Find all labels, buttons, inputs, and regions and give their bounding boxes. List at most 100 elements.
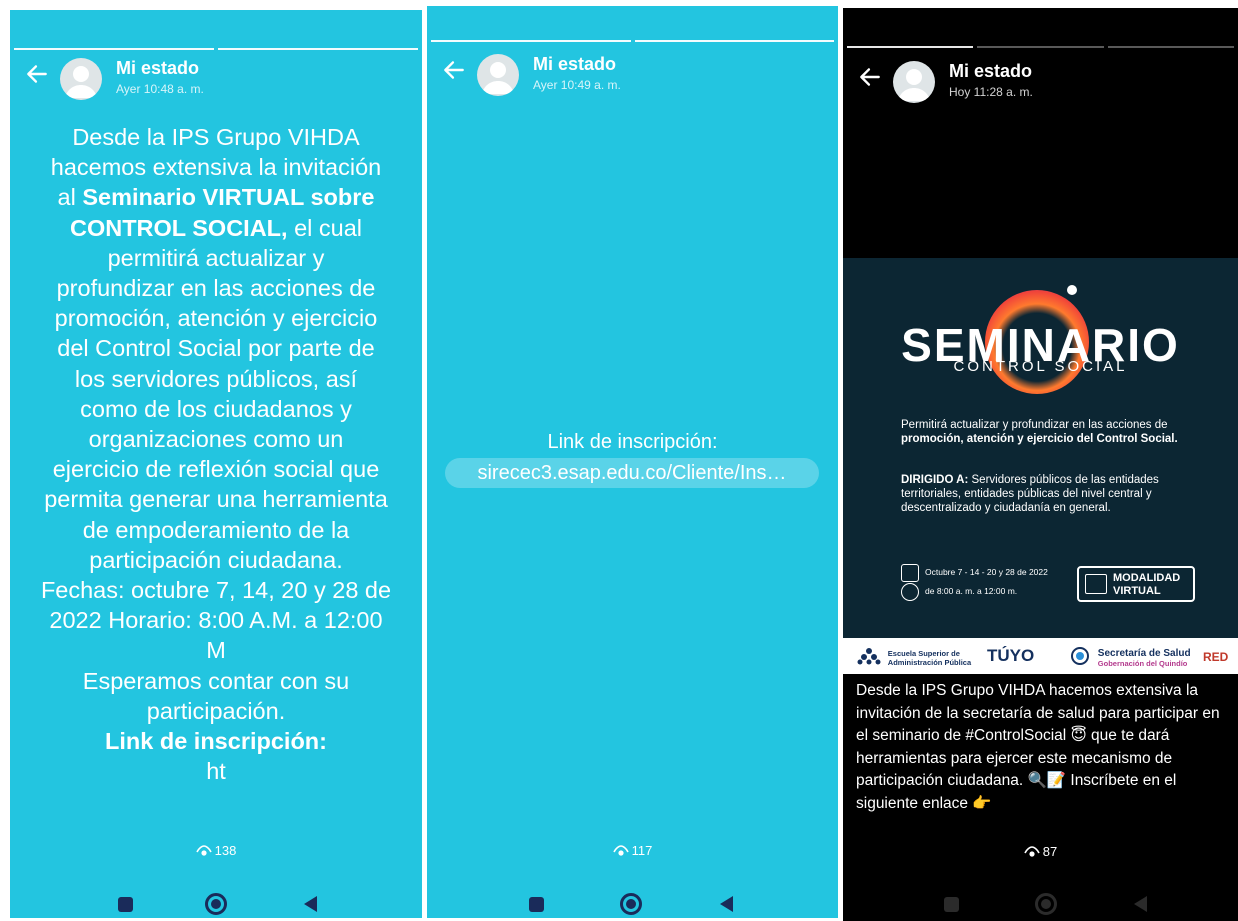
text-line: del Control Social por parte de — [57, 335, 375, 362]
progress-segment-1 — [847, 46, 974, 48]
text-fragment: el cual — [294, 214, 363, 241]
text-line: de empoderamiento de la — [82, 516, 350, 543]
nav-back-icon[interactable] — [720, 896, 733, 912]
status-panel-2[interactable]: Mi estado Ayer 10:49 a. m. Link de inscr… — [427, 6, 838, 918]
status-panel-3[interactable]: Mi estado Hoy 11:28 a. m. SEMINARIO CONT… — [843, 8, 1238, 921]
text-line: Esperamos contar con su — [82, 667, 350, 694]
text-line: permita generar una herramienta — [44, 486, 388, 513]
view-count-value: 138 — [214, 843, 237, 858]
view-count[interactable]: 87 — [843, 844, 1238, 861]
nav-home-icon[interactable] — [1035, 893, 1057, 915]
esap-line-1: Escuela Superior de — [887, 648, 960, 658]
text-line: M — [206, 637, 226, 664]
nav-recents-icon[interactable] — [529, 897, 544, 912]
poster-hours: de 8:00 a. m. a 12:00 m. — [925, 585, 1018, 596]
status-caption: Desde la IPS Grupo VIHDA hacemos extensi… — [856, 682, 1220, 812]
text-line: como de los ciudadanos y — [80, 395, 352, 422]
nav-recents-icon[interactable] — [944, 897, 959, 912]
status-header: Mi estado Ayer 10:49 a. m. — [427, 51, 838, 101]
contact-name: Mi estado — [533, 54, 617, 74]
nav-back-icon[interactable] — [1134, 896, 1147, 912]
logo-red: RED — [1203, 650, 1229, 664]
modality-badge: MODALIDAD VIRTUAL — [1077, 566, 1195, 602]
text-line: Fechas: octubre 7, 14, 20 y 28 de — [40, 577, 392, 604]
seminar-poster-image[interactable]: SEMINARIO CONTROL SOCIAL Permitirá actua… — [843, 258, 1238, 674]
logo-secretaria-salud: Secretaría de Salud Gobernación del Quind… — [1069, 647, 1191, 668]
back-arrow-icon[interactable] — [24, 61, 50, 87]
android-nav-bar — [427, 890, 838, 918]
text-fragment: al — [57, 184, 76, 211]
text-line: CONTROL SOCIAL, el cual — [24, 213, 408, 243]
logo-tuyo: TÚYO — [987, 646, 1035, 665]
poster-description: Permitirá actualizar y profundizar en la… — [901, 418, 1201, 446]
contact-name: Mi estado — [116, 58, 200, 78]
poster-desc-bold: promoción, atención y ejercicio del Cont… — [901, 433, 1178, 445]
poster-dates: Octubre 7 - 14 - 20 y 28 de 2022 — [925, 567, 1048, 577]
poster-dot-graphic — [1067, 285, 1077, 295]
progress-segment-1 — [431, 40, 631, 42]
logo-esap: Escuela Superior de Administración Públic… — [857, 647, 971, 668]
status-progress-bar — [14, 48, 418, 51]
view-count[interactable]: 117 — [427, 843, 838, 860]
view-count-value: 87 — [1042, 844, 1058, 859]
esap-line-2: Administración Pública — [887, 657, 972, 667]
status-time: Hoy 11:28 a. m. — [949, 85, 1033, 99]
status-panel-1[interactable]: Mi estado Ayer 10:48 a. m. Desde la IPS … — [10, 10, 422, 918]
text-line: participación ciudadana. — [89, 546, 343, 573]
modality-line-2: VIRTUAL — [1113, 585, 1161, 597]
progress-segment-1 — [14, 48, 214, 50]
back-arrow-icon[interactable] — [857, 64, 883, 90]
salud-line-1: Secretaría de Salud — [1097, 647, 1191, 659]
text-line: permitirá actualizar y — [107, 244, 325, 271]
status-header: Mi estado Ayer 10:48 a. m. — [10, 55, 422, 105]
bold-text: CONTROL SOCIAL, — [69, 214, 288, 241]
progress-segment-2 — [218, 48, 418, 50]
text-line: los servidores públicos, así — [74, 365, 358, 392]
text-line: Desde la IPS Grupo VIHDA — [72, 124, 360, 150]
salud-line-2: Gobernación del Quindío — [1097, 658, 1188, 668]
poster-target: DIRIGIDO A: Servidores públicos de las e… — [901, 473, 1201, 515]
poster-subtitle: CONTROL SOCIAL — [953, 358, 1128, 375]
text-line: Link de inscripción: — [24, 726, 408, 756]
text-line: organizaciones como un — [88, 426, 344, 453]
text-line: al Seminario VIRTUAL sobre — [24, 182, 408, 212]
back-arrow-icon[interactable] — [441, 57, 467, 83]
registration-link[interactable]: sirecec3.esap.edu.co/Cliente/Ins… — [445, 458, 819, 488]
poster-hour-row: de 8:00 a. m. a 12:00 m. — [901, 582, 1048, 601]
poster-schedule: Octubre 7 - 14 - 20 y 28 de 2022 de 8:00… — [901, 563, 1048, 601]
status-text: Desde la IPS Grupo VIHDA hacemos extensi… — [10, 122, 422, 786]
text-line: ejercicio de reflexión social que — [52, 456, 380, 483]
poster-date-row: Octubre 7 - 14 - 20 y 28 de 2022 — [901, 563, 1048, 582]
poster-desc-normal: Permitirá actualizar y profundizar en la… — [901, 419, 1168, 431]
avatar-icon[interactable] — [477, 54, 519, 96]
health-logo-icon — [1069, 647, 1091, 668]
nav-recents-icon[interactable] — [118, 897, 133, 912]
progress-segment-2 — [977, 46, 1104, 48]
text-line: participación. — [146, 697, 286, 724]
nav-back-icon[interactable] — [304, 896, 317, 912]
progress-segment-3 — [1107, 46, 1234, 48]
text-line: profundizar en las acciones de — [56, 275, 376, 302]
progress-segment-2 — [634, 40, 834, 42]
avatar-icon[interactable] — [893, 61, 935, 103]
status-progress-bar — [431, 40, 834, 43]
eye-icon — [612, 845, 629, 860]
text-line: promoción, atención y ejercicio — [54, 305, 378, 332]
status-header: Mi estado Hoy 11:28 a. m. — [843, 58, 1238, 108]
eye-icon — [1024, 846, 1040, 861]
bold-text: Seminario VIRTUAL sobre — [82, 184, 375, 211]
poster-target-label: DIRIGIDO A: — [901, 474, 969, 486]
text-line: hacemos extensiva la invitación — [50, 154, 382, 181]
view-count[interactable]: 138 — [10, 843, 422, 860]
nav-home-icon[interactable] — [205, 893, 227, 915]
android-nav-bar — [843, 890, 1238, 918]
nav-home-icon[interactable] — [620, 893, 642, 915]
modality-line-1: MODALIDAD — [1113, 572, 1181, 584]
view-count-value: 117 — [631, 843, 653, 858]
android-nav-bar — [10, 890, 422, 918]
sponsor-logos: Escuela Superior de Administración Públic… — [843, 638, 1238, 674]
status-progress-bar — [847, 46, 1234, 49]
laptop-icon — [1085, 574, 1107, 594]
clock-icon — [901, 582, 919, 601]
avatar-icon[interactable] — [60, 58, 102, 100]
